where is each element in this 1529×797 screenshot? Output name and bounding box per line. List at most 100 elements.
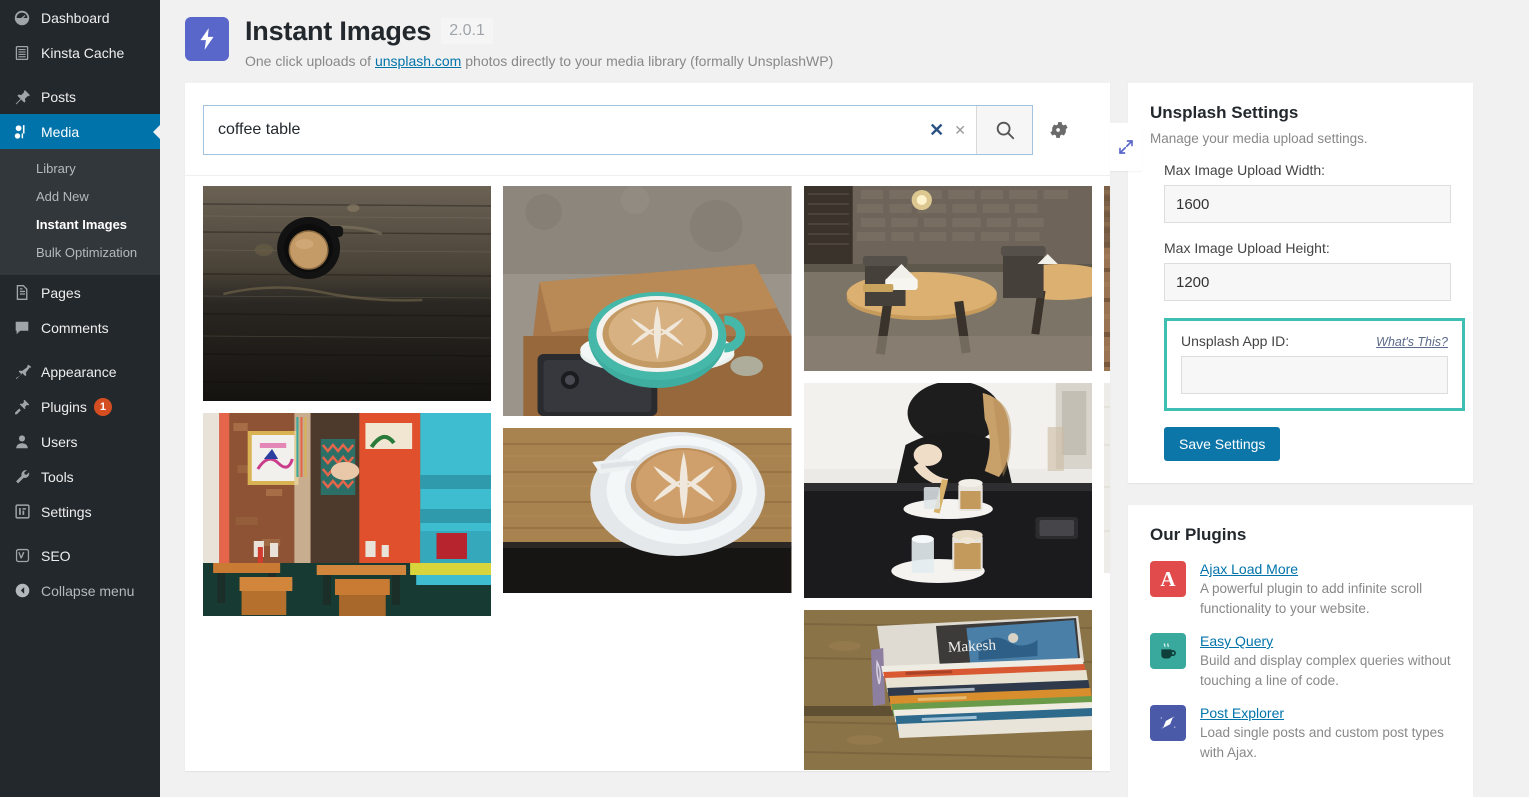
sidebar-item-posts[interactable]: Posts [0,79,160,114]
settings-title: Unsplash Settings [1150,103,1299,122]
settings-gear-button[interactable] [1033,119,1085,141]
sidebar-item-label: Appearance [41,363,117,380]
photo-tile[interactable] [1103,186,1110,371]
instant-images-logo [185,17,229,61]
photo-tile[interactable] [1103,383,1110,573]
user-icon [12,432,32,452]
sidebar-item-label: Settings [41,503,92,520]
main-content: Instant Images 2.0.1 One click uploads o… [160,0,1529,797]
app-id-label: Unsplash App ID: [1181,333,1290,349]
yoast-icon [12,546,32,566]
plugin-description: Load single posts and custom post types … [1200,725,1444,760]
sidebar-item-label: Pages [41,284,81,301]
max-height-label: Max Image Upload Height: [1164,240,1330,256]
sidebar-item-label: Kinsta Cache [41,44,125,61]
sidebar-item-settings[interactable]: Settings [0,494,160,529]
comment-icon [12,318,32,338]
cache-icon [12,43,32,63]
lightning-bolt-icon [200,28,214,50]
settings-fields: Max Image Upload Width: Max Image Upload… [1150,162,1465,461]
plugin-item: Easy Query Build and display complex que… [1150,633,1451,691]
sidebar-item-comments[interactable]: Comments [0,310,160,345]
plugin-link[interactable]: Easy Query [1200,633,1451,649]
sidebar-item-tools[interactable]: Tools [0,459,160,494]
plugin-link[interactable]: Post Explorer [1200,705,1451,721]
instant-images-panel: ✕ ✕ [185,83,1142,771]
sidebar-item-label: Users [41,433,78,450]
search-box[interactable]: ✕ ✕ [203,105,1033,155]
admin-sidebar: Dashboard Kinsta Cache Posts Media Libra… [0,0,160,797]
collapse-arrow-icon [12,581,32,601]
media-icon [12,122,32,142]
expand-arrows-icon [1119,140,1133,154]
sidebar-item-label: Collapse menu [41,582,135,599]
svg-text:Makesh: Makesh [947,638,996,656]
search-clear-group: ✕ ✕ [929,106,976,154]
settings-icon [12,502,32,522]
pin-icon [12,87,32,107]
sidebar-item-dashboard[interactable]: Dashboard [0,0,160,35]
close-icon[interactable]: ✕ [954,123,966,137]
page-tagline: One click uploads of unsplash.com photos… [245,51,833,71]
sidebar-subitem-instant-images[interactable]: Instant Images [0,211,160,239]
sidebar-subitem-library[interactable]: Library [0,155,160,183]
sidebar-item-pages[interactable]: Pages [0,275,160,310]
plugin-link[interactable]: Ajax Load More [1200,561,1451,577]
photo-tile[interactable] [203,413,492,616]
sidebar-subitem-add-new[interactable]: Add New [0,183,160,211]
app-id-row: Unsplash App ID: What's This? [1181,333,1448,356]
search-icon [996,121,1014,140]
sidebar-item-label: Tools [41,468,74,485]
photo-tile[interactable] [803,383,1092,598]
wordpress-admin-screen: Dashboard Kinsta Cache Posts Media Libra… [0,0,1529,797]
content-columns: ✕ ✕ [160,71,1529,797]
max-height-input[interactable] [1164,263,1451,301]
max-width-input[interactable] [1164,185,1451,223]
sidebar-separator-3 [0,529,160,538]
save-settings-button[interactable]: Save Settings [1164,427,1281,461]
photo-tile[interactable] [503,428,792,593]
plugin-item: Post Explorer Load single posts and cust… [1150,705,1451,763]
sidebar-item-label: Comments [41,319,109,336]
sidebar-item-users[interactable]: Users [0,424,160,459]
expand-panel-button[interactable] [1110,123,1142,171]
photo-tile[interactable] [503,186,792,416]
plugin-description: A powerful plugin to add infinite scroll… [1200,581,1423,616]
unsplash-link[interactable]: unsplash.com [375,53,461,69]
sidebar-item-label: Dashboard [41,9,110,26]
gear-icon [1050,122,1068,138]
sidebar-item-label: SEO [41,547,71,564]
sidebar-item-plugins[interactable]: Plugins 1 [0,389,160,424]
compass-needle-icon [1150,705,1186,741]
search-submit-button[interactable] [976,106,1032,154]
sidebar-item-label: Posts [41,88,77,105]
sidebar-item-seo[interactable]: SEO [0,538,160,573]
dashboard-icon [12,8,32,28]
photo-tile[interactable] [203,186,492,401]
photo-tile[interactable] [803,186,1092,371]
page-title: Instant Images [245,16,432,46]
plug-icon [12,397,32,417]
media-submenu: Library Add New Instant Images Bulk Opti… [0,149,160,275]
sidebar-item-collapse-menu[interactable]: Collapse menu [0,573,160,608]
wrench-icon [12,467,32,487]
our-plugins-card: Our Plugins A Ajax Load More A powerful … [1128,505,1473,797]
settings-subtitle: Manage your media upload settings. [1150,131,1368,146]
photo-tile[interactable]: Makesh [803,610,1092,770]
whats-this-link[interactable]: What's This? [1376,335,1448,349]
sidebar-subitem-bulk-optimization[interactable]: Bulk Optimization [0,239,160,267]
sidebar-item-label: Plugins [41,398,87,415]
plugins-update-badge: 1 [93,397,112,416]
sidebar-item-appearance[interactable]: Appearance [0,354,160,389]
plugin-item: A Ajax Load More A powerful plugin to ad… [1150,561,1451,619]
clear-search-icon[interactable]: ✕ [929,121,944,139]
app-id-input[interactable] [1181,356,1448,394]
sidebar-item-media[interactable]: Media [0,114,160,149]
plugin-header: Instant Images 2.0.1 One click uploads o… [160,0,1529,71]
photo-grid: Makesh [185,176,1110,776]
tagline-prefix: One click uploads of [245,53,375,69]
search-input[interactable] [204,106,930,154]
pages-icon [12,283,32,303]
sidebar-item-kinsta-cache[interactable]: Kinsta Cache [0,35,160,70]
max-width-label: Max Image Upload Width: [1164,162,1326,178]
